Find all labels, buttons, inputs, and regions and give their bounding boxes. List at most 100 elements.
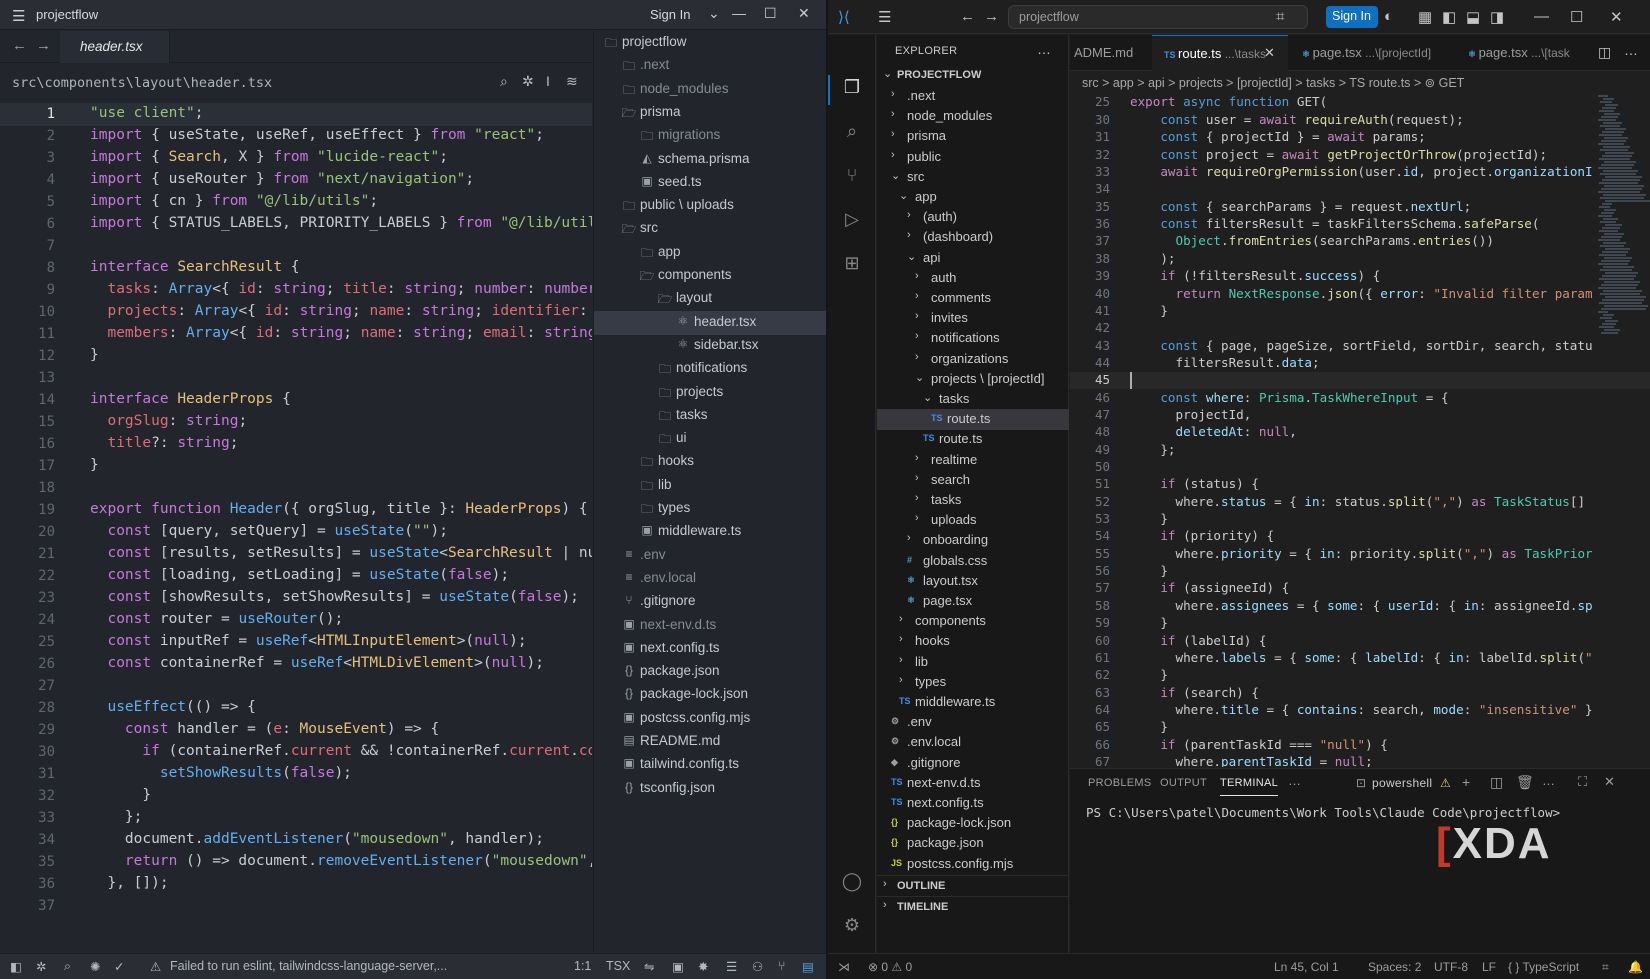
code-line[interactable]: 43 const { page, pageSize, sortField, so… xyxy=(1070,338,1650,355)
tree-folder[interactable]: 🗁 src xyxy=(594,217,827,241)
code-line[interactable]: 29 const handler = (e: MouseEvent) => { xyxy=(0,719,592,742)
tree-folder[interactable]: 🗀 node_modules xyxy=(594,78,827,102)
code-line[interactable]: 60 if (labelId) { xyxy=(1070,633,1650,650)
tree-file[interactable]: ▣ seed.ts xyxy=(594,171,827,195)
code-line[interactable]: 33 }; xyxy=(0,807,592,830)
code-line[interactable]: 35 const { searchParams } = request.next… xyxy=(1070,199,1650,216)
tree-folder[interactable]: 🗁 prisma xyxy=(594,101,827,125)
minimize-icon[interactable]: — xyxy=(1534,8,1549,25)
explorer-folder[interactable]: › notifications xyxy=(877,328,1069,349)
code-line[interactable]: 41 } xyxy=(1070,303,1650,320)
code-line[interactable]: 33 await requireOrgPermission(user.id, p… xyxy=(1070,164,1650,181)
explorer-file[interactable]: {} package.json xyxy=(877,833,1069,854)
explorer-folder[interactable]: › realtime xyxy=(877,450,1069,471)
explorer-file[interactable]: ⚛ page.tsx xyxy=(877,591,1069,612)
explorer-folder[interactable]: › onboarding xyxy=(877,530,1069,551)
explorer-file[interactable]: # globals.css xyxy=(877,551,1069,572)
tree-file[interactable]: ⚛ header.tsx xyxy=(594,310,827,335)
tree-file[interactable]: ◭ schema.prisma xyxy=(594,148,827,172)
explorer-folder[interactable]: › organizations xyxy=(877,349,1069,370)
more-actions-icon[interactable]: … xyxy=(1288,773,1301,788)
code-line[interactable]: 30 const user = await requireAuth(reques… xyxy=(1070,112,1650,129)
bug-icon[interactable]: ✸ xyxy=(698,959,708,974)
code-line[interactable]: 54 if (priority) { xyxy=(1070,528,1650,545)
tree-folder[interactable]: 🗀 hooks xyxy=(594,450,827,474)
search-icon[interactable]: ⌕ xyxy=(840,121,864,142)
left-sign-in-button[interactable]: Sign In xyxy=(650,7,690,22)
tree-file[interactable]: ⚛ sidebar.tsx xyxy=(594,334,827,358)
terminal-icon[interactable]: ▣ xyxy=(672,959,684,974)
tab-header-tsx[interactable]: header.tsx xyxy=(60,31,170,63)
explorer-folder[interactable]: ⌄ api xyxy=(877,248,1069,269)
outline-icon[interactable]: ☰ xyxy=(726,959,737,974)
code-line[interactable]: 45 xyxy=(1070,372,1650,390)
debug-icon[interactable]: ✺ xyxy=(90,959,100,974)
tree-folder[interactable]: 🗀 migrations xyxy=(594,124,827,148)
tree-folder[interactable]: 🗁 layout xyxy=(594,287,827,311)
check-icon[interactable]: ✓ xyxy=(114,959,124,974)
explorer-folder[interactable]: › (dashboard) xyxy=(877,227,1069,248)
minimap[interactable] xyxy=(1598,94,1650,354)
explorer-file[interactable]: JS postcss.config.mjs xyxy=(877,854,1069,875)
tree-file[interactable]: ≡ .env.local xyxy=(594,567,827,591)
explorer-folder[interactable]: ⌄ app xyxy=(877,187,1069,208)
forward-arrow-icon[interactable]: → xyxy=(36,37,51,54)
language-mode[interactable]: { } TypeScript xyxy=(1508,960,1579,974)
code-line[interactable]: 49 }; xyxy=(1070,442,1650,459)
layout-icon[interactable]: ▦ xyxy=(1418,8,1432,26)
code-line[interactable]: 61 where.labels = { some: { labelId: { i… xyxy=(1070,650,1650,667)
explorer-file[interactable]: {} package-lock.json xyxy=(877,813,1069,834)
code-line[interactable]: 13 xyxy=(0,367,592,390)
explorer-folder[interactable]: › (auth) xyxy=(877,207,1069,228)
tree-folder[interactable]: 🗀 lib xyxy=(594,474,827,498)
code-line[interactable]: 57 if (assigneeId) { xyxy=(1070,580,1650,597)
indentation[interactable]: Spaces: 2 xyxy=(1368,960,1421,974)
code-line[interactable]: 32 } xyxy=(0,785,592,808)
more-actions-icon[interactable]: … xyxy=(1037,41,1051,57)
split-editor-icon[interactable]: ◫ xyxy=(1598,44,1611,61)
code-line[interactable]: 12} xyxy=(0,345,592,368)
code-line[interactable]: 64 where.title = { contains: search, mod… xyxy=(1070,702,1650,719)
hamburger-icon[interactable]: ☰ xyxy=(12,7,25,25)
tree-file[interactable]: ≡ .env xyxy=(594,544,827,568)
search-icon[interactable]: ⌕ xyxy=(500,73,508,90)
terminal-prompt[interactable]: PS C:\Users\patel\Documents\Work Tools\C… xyxy=(1086,805,1560,820)
command-center-search[interactable]: projectflow xyxy=(1008,5,1308,29)
copilot-icon[interactable]: ⌗ xyxy=(1276,8,1284,25)
explorer-folder[interactable]: › components xyxy=(877,611,1069,632)
close-icon[interactable]: ✕ xyxy=(798,5,810,22)
remote-icon[interactable]: ⋊ xyxy=(838,960,850,974)
code-line[interactable]: 28 useEffect(() => { xyxy=(0,697,592,720)
code-line[interactable]: 59 } xyxy=(1070,615,1650,632)
maximize-icon[interactable]: ☐ xyxy=(764,5,777,22)
explorer-folder[interactable]: ⌄ projects \ [projectId] xyxy=(877,369,1069,390)
tree-folder[interactable]: 🗀 .next xyxy=(594,54,827,78)
explorer-folder[interactable]: › node_modules xyxy=(877,106,1069,127)
more-actions-icon[interactable]: … xyxy=(1542,773,1555,788)
code-line[interactable]: 37 xyxy=(0,895,592,918)
tree-folder[interactable]: 🗁 components xyxy=(594,264,827,288)
breadcrumb-path[interactable]: src > app > api > projects > [projectId]… xyxy=(1082,75,1464,90)
code-line[interactable]: 7 xyxy=(0,235,592,258)
code-line[interactable]: 25 const inputRef = useRef<HTMLInputElem… xyxy=(0,631,592,654)
tree-file[interactable]: {} package-lock.json xyxy=(594,683,827,707)
code-line[interactable]: 1 "use client"; xyxy=(0,103,592,126)
toggle-secondary-sidebar-icon[interactable]: ◨ xyxy=(1490,8,1504,26)
code-line[interactable]: 36 const filtersResult = taskFiltersSche… xyxy=(1070,216,1650,233)
code-line[interactable]: 34 document.addEventListener("mousedown"… xyxy=(0,829,592,852)
back-arrow-icon[interactable]: ← xyxy=(12,37,27,54)
code-line[interactable]: 65 } xyxy=(1070,719,1650,736)
code-line[interactable]: 24 const router = useRouter(); xyxy=(0,609,592,632)
tree-file[interactable]: ▣ next.config.ts xyxy=(594,637,827,661)
code-line[interactable]: 11 members: Array<{ id: string; name: st… xyxy=(0,323,592,346)
explorer-folder[interactable]: › search xyxy=(877,470,1069,491)
agent-panel-icon[interactable]: ▤ xyxy=(802,959,814,974)
forward-arrow-icon[interactable]: → xyxy=(984,8,999,25)
explorer-folder[interactable]: ⌄ tasks xyxy=(877,389,1069,410)
users-icon[interactable]: ⚇ xyxy=(752,959,763,974)
explorer-folder[interactable]: ⌄ src xyxy=(877,167,1069,188)
code-line[interactable]: 53 } xyxy=(1070,511,1650,528)
tree-file[interactable]: ▤ README.md xyxy=(594,730,827,754)
add-terminal-icon[interactable]: + xyxy=(1462,774,1470,790)
notifications-bell-icon[interactable]: 🔔 xyxy=(1628,960,1643,974)
